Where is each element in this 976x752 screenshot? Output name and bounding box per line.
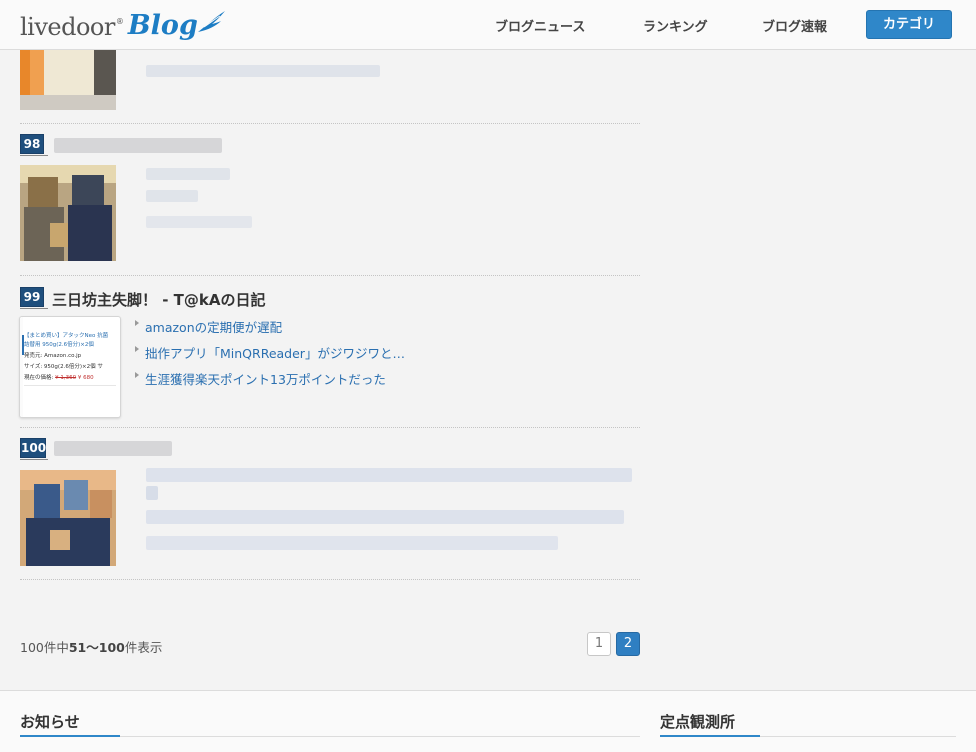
blurred-title-98 xyxy=(54,138,222,153)
amazon-product-card[interactable]: 【まとめ買い】アタックNeo 抗菌 詰替用 950g(2.6倍分)×2個 発売元… xyxy=(19,316,121,418)
bullet-arrow-icon xyxy=(135,320,139,326)
rank-badge-98: 98 xyxy=(20,134,44,154)
nav-blog-flash[interactable]: ブログ速報 xyxy=(762,16,827,35)
nav-ranking[interactable]: ランキング xyxy=(643,16,708,35)
observatory-section-title: 定点観測所 xyxy=(660,713,736,731)
wing-icon xyxy=(197,11,225,32)
post-link-99-2[interactable]: 拙作アプリ「MinQRReader」がジワジワと… xyxy=(145,343,405,362)
blurred-post-97 xyxy=(146,65,380,77)
blurred-post-98-c xyxy=(146,216,252,228)
blog-thumbnail-97[interactable] xyxy=(20,50,116,110)
page-button-1[interactable]: 1 xyxy=(587,632,611,656)
post-link-99-1[interactable]: amazonの定期便が遅配 xyxy=(145,317,282,336)
observatory-section-accent xyxy=(660,735,760,737)
rank-underline xyxy=(20,308,48,309)
nav-blog-news[interactable]: ブログニュース xyxy=(495,16,585,35)
blurred-post-100-b xyxy=(146,510,624,524)
result-count-prefix: 100件中 xyxy=(20,640,69,655)
result-count: 100件中51〜100件表示 xyxy=(20,637,162,656)
bullet-arrow-icon xyxy=(135,372,139,378)
blurred-post-100-a2 xyxy=(146,486,158,500)
blurred-post-100-a1 xyxy=(146,468,632,482)
rank-badge-99: 99 xyxy=(20,287,44,307)
entry-divider xyxy=(20,275,640,276)
result-count-range: 51〜100 xyxy=(68,640,125,655)
logo-blog-text: Blog xyxy=(127,10,198,41)
amazon-size: サイズ: 950g(2.6倍分)×2個 サ xyxy=(24,364,103,370)
post-link-99-3[interactable]: 生涯獲得楽天ポイント13万ポイントだった xyxy=(145,369,386,388)
result-count-suffix: 件表示 xyxy=(124,640,163,655)
blog-thumbnail-100[interactable] xyxy=(20,470,116,566)
footer: お知らせ 定点観測所 xyxy=(0,690,976,752)
rank-underline xyxy=(20,155,48,156)
blurred-post-100-c xyxy=(146,536,558,550)
logo-registered-mark: ® xyxy=(115,17,124,26)
logo-livedoor-text: livedoor xyxy=(20,13,115,41)
news-section-title: お知らせ xyxy=(20,713,80,731)
entry-divider xyxy=(20,123,640,124)
category-button[interactable]: カテゴリ xyxy=(866,10,952,39)
amazon-sale-price: ¥ 680 xyxy=(77,375,94,381)
amazon-product-name-line1: 【まとめ買い】アタックNeo 抗菌 xyxy=(24,333,109,339)
amazon-price-row: 現在の価格: ¥ 1,360 ¥ 680 xyxy=(24,374,94,382)
amazon-list-price: ¥ 1,360 xyxy=(55,375,77,381)
amazon-price-label: 現在の価格: xyxy=(24,375,54,381)
rank-badge-100: 100 xyxy=(20,438,46,458)
amazon-publisher: 発売元: Amazon.co.jp xyxy=(24,353,82,359)
page-button-2-current[interactable]: 2 xyxy=(616,632,640,656)
blurred-post-98-b xyxy=(146,190,198,202)
blurred-title-100 xyxy=(54,441,172,456)
amazon-product-name-line2: 詰替用 950g(2.6倍分)×2個 xyxy=(24,342,94,348)
blurred-post-98-a xyxy=(146,168,230,180)
livedoor-blog-logo[interactable]: livedoor ® Blog xyxy=(20,4,226,44)
entry-divider xyxy=(20,579,640,580)
rank-underline xyxy=(20,459,48,460)
news-section-accent xyxy=(20,735,120,737)
entry-divider xyxy=(20,427,640,428)
blog-title-99[interactable]: 三日坊主失脚！ - T@kAの日記 xyxy=(52,289,266,310)
bullet-arrow-icon xyxy=(135,346,139,352)
blog-thumbnail-98[interactable] xyxy=(20,165,116,261)
amazon-card-rule xyxy=(24,385,116,386)
site-header: livedoor ® Blog ブログニュース ランキング ブログ速報 カテゴリ xyxy=(0,0,976,50)
